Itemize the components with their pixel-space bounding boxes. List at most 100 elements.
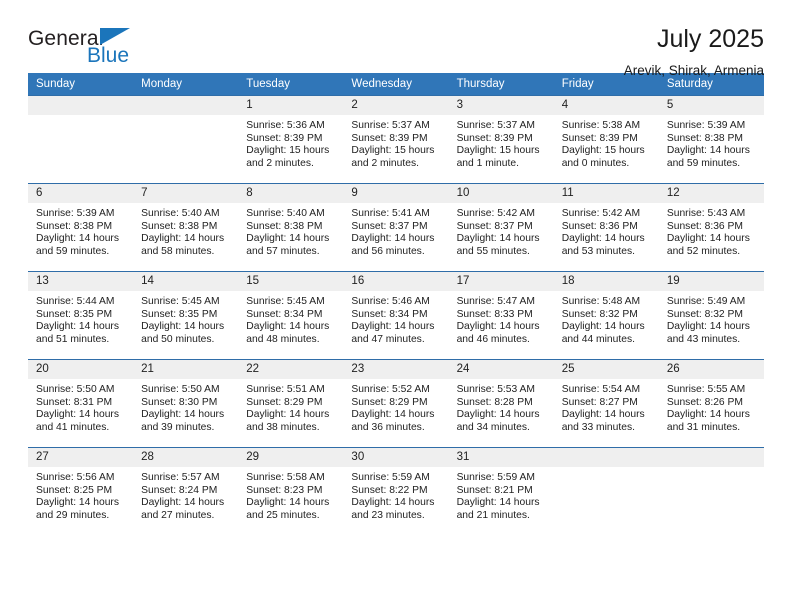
daylight-duration-line2: and 57 minutes. [246, 245, 320, 257]
sunset-time: Sunset: 8:38 PM [666, 132, 743, 144]
calendar-day-cell[interactable]: 21 Sunrise: 5:50 AM Sunset: 8:30 PM Dayligh… [133, 359, 239, 448]
general-blue-logo: General Blue [28, 26, 158, 72]
sunset-time: Sunset: 8:25 PM [36, 484, 113, 496]
day-number: 1 [238, 96, 344, 115]
day-number [553, 448, 659, 467]
calendar-day-cell[interactable]: 9 Sunrise: 5:41 AM Sunset: 8:37 PM Daylight… [343, 183, 449, 272]
daylight-duration-line2: and 29 minutes. [36, 509, 110, 521]
daylight-duration-line1: Daylight: 14 hours [666, 321, 750, 333]
day-details: Sunrise: 5:59 AM Sunset: 8:21 PM Daylight:… [449, 467, 554, 522]
daylight-duration-line1: Daylight: 15 hours [351, 145, 435, 157]
calendar-day-cell[interactable]: 31 Sunrise: 5:59 AM Sunset: 8:21 PM Dayligh… [448, 447, 554, 536]
calendar-day-cell[interactable]: 1 Sunrise: 5:36 AM Sunset: 8:39 PM Daylight… [238, 95, 344, 184]
day-number: 27 [28, 448, 134, 467]
calendar-day-cell[interactable]: 12 Sunrise: 5:43 AM Sunset: 8:36 PM Dayligh… [658, 183, 764, 272]
calendar-day-cell[interactable]: 28 Sunrise: 5:57 AM Sunset: 8:24 PM Dayligh… [133, 447, 239, 536]
day-details: Sunrise: 5:50 AM Sunset: 8:31 PM Daylight:… [28, 379, 133, 434]
weekday-header-sunday: Sunday [28, 73, 134, 96]
calendar-day-cell[interactable]: 27 Sunrise: 5:56 AM Sunset: 8:25 PM Dayligh… [28, 447, 134, 536]
daylight-duration-line1: Daylight: 14 hours [141, 409, 225, 421]
sunset-time: Sunset: 8:34 PM [246, 308, 323, 320]
sunrise-time: Sunrise: 5:44 AM [36, 296, 115, 307]
sunrise-time: Sunrise: 5:46 AM [351, 296, 430, 307]
sunset-time: Sunset: 8:38 PM [36, 220, 113, 232]
logo-text-blue: Blue [87, 44, 130, 67]
daylight-duration-line2: and 31 minutes. [666, 421, 741, 433]
calendar-day-cell[interactable]: 10 Sunrise: 5:42 AM Sunset: 8:37 PM Dayligh… [448, 183, 554, 272]
calendar-day-cell[interactable]: 4 Sunrise: 5:38 AM Sunset: 8:39 PM Daylight… [553, 95, 659, 184]
day-details: Sunrise: 5:58 AM Sunset: 8:23 PM Daylight:… [238, 467, 343, 522]
calendar-day-cell[interactable]: 3 Sunrise: 5:37 AM Sunset: 8:39 PM Daylight… [448, 95, 554, 184]
calendar-day-cell[interactable]: 19 Sunrise: 5:49 AM Sunset: 8:32 PM Dayligh… [658, 271, 764, 360]
daylight-duration-line2: and 21 minutes. [456, 509, 530, 521]
daylight-duration-line2: and 2 minutes. [351, 157, 419, 169]
calendar-day-cell[interactable]: 20 Sunrise: 5:50 AM Sunset: 8:31 PM Dayligh… [28, 359, 134, 448]
calendar-day-cell[interactable]: 23 Sunrise: 5:52 AM Sunset: 8:29 PM Dayligh… [343, 359, 449, 448]
calendar-week-row: 1 Sunrise: 5:36 AM Sunset: 8:39 PM Daylight… [28, 95, 764, 184]
daylight-duration-line1: Daylight: 14 hours [456, 497, 540, 509]
daylight-duration-line2: and 38 minutes. [246, 421, 320, 433]
sunset-time: Sunset: 8:33 PM [456, 308, 533, 320]
calendar-day-cell[interactable]: 6 Sunrise: 5:39 AM Sunset: 8:38 PM Daylight… [28, 183, 134, 272]
sunset-time: Sunset: 8:26 PM [666, 396, 743, 408]
day-number: 28 [133, 448, 239, 467]
sunset-time: Sunset: 8:35 PM [141, 308, 218, 320]
day-details: Sunrise: 5:45 AM Sunset: 8:34 PM Daylight:… [238, 291, 343, 346]
calendar-day-cell[interactable]: 17 Sunrise: 5:47 AM Sunset: 8:33 PM Dayligh… [448, 271, 554, 360]
sunset-time: Sunset: 8:21 PM [456, 484, 533, 496]
daylight-duration-line2: and 51 minutes. [36, 333, 110, 345]
sunrise-time: Sunrise: 5:52 AM [351, 384, 430, 395]
sunrise-time: Sunrise: 5:38 AM [561, 120, 641, 131]
calendar-day-cell[interactable]: 22 Sunrise: 5:51 AM Sunset: 8:29 PM Dayligh… [238, 359, 344, 448]
day-number: 8 [238, 184, 344, 203]
page-title: July 2025 [656, 25, 764, 53]
calendar-day-cell[interactable]: 2 Sunrise: 5:37 AM Sunset: 8:39 PM Daylight… [343, 95, 449, 184]
weekday-header-monday: Monday [133, 73, 239, 96]
weekday-header-wednesday: Wednesday [343, 73, 449, 96]
day-details: Sunrise: 5:59 AM Sunset: 8:22 PM Daylight:… [343, 467, 448, 522]
calendar-cell-empty [553, 447, 659, 536]
daylight-duration-line1: Daylight: 14 hours [456, 321, 540, 333]
calendar-day-cell[interactable]: 8 Sunrise: 5:40 AM Sunset: 8:38 PM Daylight… [238, 183, 344, 272]
day-details: Sunrise: 5:55 AM Sunset: 8:26 PM Daylight:… [659, 379, 764, 434]
day-details: Sunrise: 5:43 AM Sunset: 8:36 PM Daylight:… [659, 203, 764, 258]
day-number: 15 [238, 272, 344, 291]
sunset-time: Sunset: 8:32 PM [561, 308, 638, 320]
daylight-duration-line1: Daylight: 14 hours [351, 321, 435, 333]
calendar-cell-empty [658, 447, 764, 536]
calendar-day-cell[interactable]: 29 Sunrise: 5:58 AM Sunset: 8:23 PM Dayligh… [238, 447, 344, 536]
daylight-duration-line1: Daylight: 14 hours [351, 409, 435, 421]
daylight-duration-line2: and 52 minutes. [666, 245, 741, 257]
calendar-day-cell[interactable]: 7 Sunrise: 5:40 AM Sunset: 8:38 PM Daylight… [133, 183, 239, 272]
page-header: General Blue July 2025 Arevik, Shirak, A… [28, 0, 764, 77]
calendar-day-cell[interactable]: 13 Sunrise: 5:44 AM Sunset: 8:35 PM Dayligh… [28, 271, 134, 360]
day-number: 25 [553, 360, 659, 379]
daylight-duration-line1: Daylight: 14 hours [561, 233, 645, 245]
day-number: 17 [448, 272, 554, 291]
day-details: Sunrise: 5:49 AM Sunset: 8:32 PM Daylight:… [659, 291, 764, 346]
daylight-duration-line2: and 39 minutes. [141, 421, 215, 433]
calendar-day-cell[interactable]: 18 Sunrise: 5:48 AM Sunset: 8:32 PM Dayligh… [553, 271, 659, 360]
calendar-day-cell[interactable]: 5 Sunrise: 5:39 AM Sunset: 8:38 PM Daylight… [658, 95, 764, 184]
daylight-duration-line2: and 58 minutes. [141, 245, 215, 257]
daylight-duration-line2: and 36 minutes. [351, 421, 425, 433]
calendar-day-cell[interactable]: 16 Sunrise: 5:46 AM Sunset: 8:34 PM Dayligh… [343, 271, 449, 360]
calendar-day-cell[interactable]: 25 Sunrise: 5:54 AM Sunset: 8:27 PM Dayligh… [553, 359, 659, 448]
calendar-day-cell[interactable]: 11 Sunrise: 5:42 AM Sunset: 8:36 PM Dayligh… [553, 183, 659, 272]
sunrise-time: Sunrise: 5:47 AM [456, 296, 535, 307]
calendar-day-cell[interactable]: 24 Sunrise: 5:53 AM Sunset: 8:28 PM Dayligh… [448, 359, 554, 448]
sunrise-time: Sunrise: 5:43 AM [666, 208, 746, 219]
sunrise-time: Sunrise: 5:57 AM [141, 472, 220, 483]
daylight-duration-line2: and 53 minutes. [561, 245, 635, 257]
day-details: Sunrise: 5:38 AM Sunset: 8:39 PM Daylight:… [554, 115, 659, 170]
day-number: 7 [133, 184, 239, 203]
calendar-day-cell[interactable]: 15 Sunrise: 5:45 AM Sunset: 8:34 PM Dayligh… [238, 271, 344, 360]
calendar-cell-empty [28, 95, 134, 184]
day-number: 6 [28, 184, 134, 203]
calendar-day-cell[interactable]: 14 Sunrise: 5:45 AM Sunset: 8:35 PM Dayligh… [133, 271, 239, 360]
weekday-header-tuesday: Tuesday [238, 73, 344, 96]
day-number: 4 [553, 96, 659, 115]
calendar-day-cell[interactable]: 30 Sunrise: 5:59 AM Sunset: 8:22 PM Dayligh… [343, 447, 449, 536]
sunrise-time: Sunrise: 5:59 AM [456, 472, 535, 483]
calendar-day-cell[interactable]: 26 Sunrise: 5:55 AM Sunset: 8:26 PM Dayligh… [658, 359, 764, 448]
